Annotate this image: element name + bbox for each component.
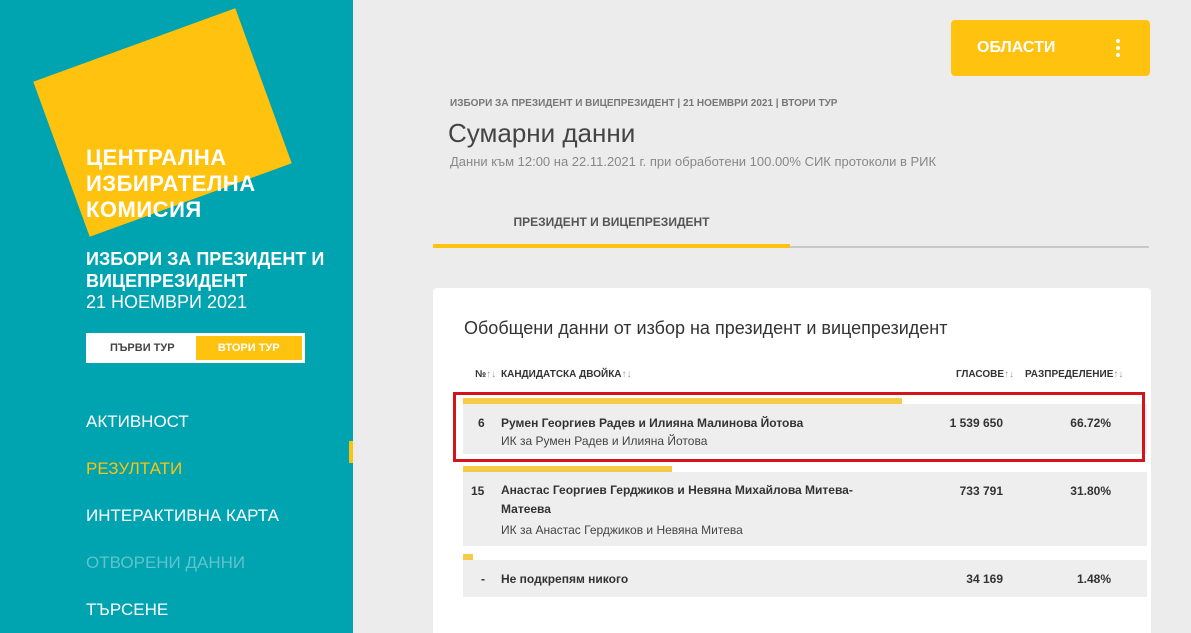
column-header-num[interactable]: №↑↓: [475, 369, 496, 380]
tab-president[interactable]: ПРЕЗИДЕНТ И ВИЦЕПРЕЗИДЕНТ: [433, 210, 790, 248]
row-number: -: [481, 572, 485, 586]
percent-value: 31.80%: [1070, 484, 1111, 498]
logo-line: ИЗБИРАТЕЛНА: [86, 171, 256, 196]
row-number: 15: [471, 484, 485, 498]
page-title: Сумарни данни: [448, 118, 636, 148]
breadcrumb: ИЗБОРИ ЗА ПРЕЗИДЕНТ И ВИЦЕПРЕЗИДЕНТ | 21…: [450, 98, 838, 109]
sort-icon: ↑↓: [1113, 369, 1124, 380]
committee-name: ИК за Анастас Герджиков и Невяна Митева: [501, 523, 743, 537]
table-row[interactable]: 15 Анастас Георгиев Герджиков и Невяна М…: [463, 472, 1147, 546]
percent-value: 1.48%: [1076, 572, 1111, 586]
election-date: 21 НОЕМВРИ 2021: [86, 292, 248, 312]
sort-icon: ↑↓: [1004, 369, 1015, 380]
column-header-votes-label: ГЛАСОВЕ: [956, 369, 1005, 380]
round-1-button[interactable]: ПЪРВИ ТУР: [89, 336, 196, 360]
tab-active-indicator: [433, 244, 790, 248]
table-row[interactable]: - Не подкрепям никого 34 169 1.48%: [463, 560, 1147, 597]
logo-line: ЦЕНТРАЛНА: [86, 145, 227, 170]
results-title: Обобщени данни от избор на президент и в…: [464, 318, 948, 338]
round-2-button[interactable]: ВТОРИ ТУР: [195, 336, 302, 360]
votes-value: 34 169: [966, 572, 1003, 586]
round-toggle: ПЪРВИ ТУР ВТОРИ ТУР: [86, 333, 305, 363]
candidate-names: Не подкрепям никого: [501, 572, 629, 586]
nav-item-activity[interactable]: АКТИВНОСТ: [86, 398, 279, 445]
column-header-candidates-label: КАНДИДАТСКА ДВОЙКА: [501, 369, 622, 380]
candidate-names: Анастас Георгиев Герджиков и Невяна Миха…: [501, 483, 853, 516]
nav-item-interactive-map[interactable]: ИНТЕРАКТИВНА КАРТА: [86, 492, 279, 539]
column-header-distribution-label: РАЗПРЕДЕЛЕНИЕ: [1025, 369, 1114, 380]
sidebar-nav: АКТИВНОСТ РЕЗУЛТАТИ ИНТЕРАКТИВНА КАРТА О…: [86, 398, 279, 633]
sidebar: ЦЕНТРАЛНА ИЗБИРАТЕЛНА КОМИСИЯ ИЗБОРИ ЗА …: [0, 0, 353, 633]
column-header-votes[interactable]: ГЛАСОВЕ↑↓: [956, 369, 1014, 380]
active-nav-marker: [349, 441, 353, 463]
nav-item-results[interactable]: РЕЗУЛТАТИ: [86, 445, 279, 492]
sort-icon: ↑↓: [621, 369, 632, 380]
sort-icon: ↑↓: [486, 369, 497, 380]
nav-item-open-data[interactable]: ОТВОРЕНИ ДАННИ: [86, 539, 279, 586]
kebab-menu-icon: [1116, 39, 1120, 57]
column-header-distribution[interactable]: РАЗПРЕДЕЛЕНИЕ↑↓: [1025, 369, 1123, 380]
logo-line: КОМИСИЯ: [86, 197, 202, 222]
regions-button[interactable]: ОБЛАСТИ: [951, 20, 1150, 76]
highlight-annotation-box: [453, 392, 1145, 462]
votes-value: 733 791: [959, 484, 1003, 498]
election-title: ИЗБОРИ ЗА ПРЕЗИДЕНТ И ВИЦЕПРЕЗИДЕНТ: [86, 249, 325, 291]
logo[interactable]: ЦЕНТРАЛНА ИЗБИРАТЕЛНА КОМИСИЯ: [86, 145, 256, 223]
column-header-num-label: №: [475, 369, 487, 380]
page-subtitle: Данни към 12:00 на 22.11.2021 г. при обр…: [450, 154, 937, 169]
regions-button-label: ОБЛАСТИ: [977, 39, 1056, 56]
nav-item-search[interactable]: ТЪРСЕНЕ: [86, 586, 279, 633]
column-header-candidates[interactable]: КАНДИДАТСКА ДВОЙКА↑↓: [501, 369, 632, 380]
